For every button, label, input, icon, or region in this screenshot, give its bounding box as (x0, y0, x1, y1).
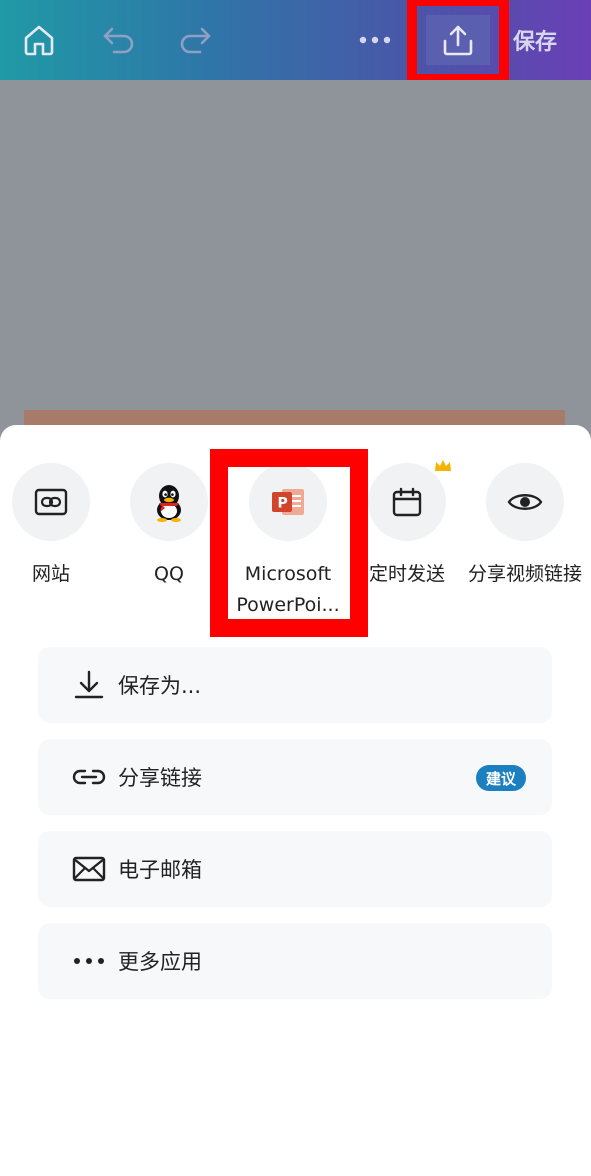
qq-penguin-icon (157, 485, 181, 522)
share-button[interactable] (407, 0, 509, 84)
more-apps-row[interactable]: 更多应用 (38, 923, 552, 999)
more-horizontal-icon (359, 36, 391, 44)
app-qq-circle[interactable] (130, 463, 208, 541)
share-button-inner[interactable] (426, 15, 490, 65)
app-share-video-link[interactable]: 分享视频链接 (466, 463, 584, 590)
eye-icon (507, 494, 543, 510)
download-icon (74, 670, 104, 699)
home-button[interactable] (14, 0, 64, 80)
save-as-row[interactable]: 保存为... (38, 647, 552, 723)
app-label: 分享视频链接 (467, 563, 582, 585)
recommended-badge: 建议 (475, 765, 526, 791)
mail-icon (72, 856, 106, 882)
powerpoint-highlight-box (210, 449, 368, 637)
app-label: 网站 (31, 563, 70, 585)
row-icon-wrap (64, 765, 114, 789)
share-link-row[interactable]: 分享链接 建议 (38, 739, 552, 815)
app-video-circle[interactable] (486, 463, 564, 541)
undo-button[interactable] (94, 0, 144, 80)
more-dots-icon (74, 958, 104, 964)
row-label: 更多应用 (118, 950, 202, 974)
share-upload-icon (443, 25, 473, 56)
row-icon-wrap (64, 856, 114, 882)
row-icon-wrap (64, 957, 114, 965)
share-sheet: 网站 QQ P Microsoft PowerPoi... 定时发送 分享视频链… (0, 425, 591, 1176)
row-label: 分享链接 (118, 766, 202, 790)
row-icon-wrap (64, 669, 114, 701)
redo-icon (180, 27, 211, 54)
app-website-circle[interactable] (12, 463, 90, 541)
more-options-button[interactable] (350, 0, 400, 80)
top-toolbar: 保存 (0, 0, 591, 84)
app-website[interactable]: 网站 (0, 463, 110, 590)
row-label: 电子邮箱 (118, 858, 202, 882)
save-button[interactable]: 保存 (505, 0, 565, 80)
crown-premium-icon (435, 460, 451, 471)
calendar-icon (392, 487, 422, 517)
home-icon (24, 25, 54, 56)
app-scheduled-circle[interactable] (368, 460, 451, 541)
design-canvas-overlay (0, 80, 591, 440)
website-link-icon (34, 488, 68, 516)
link-icon (72, 769, 106, 785)
redo-button[interactable] (170, 0, 220, 80)
undo-icon (103, 27, 134, 54)
row-label: 保存为... (118, 674, 202, 698)
email-row[interactable]: 电子邮箱 (38, 831, 552, 907)
